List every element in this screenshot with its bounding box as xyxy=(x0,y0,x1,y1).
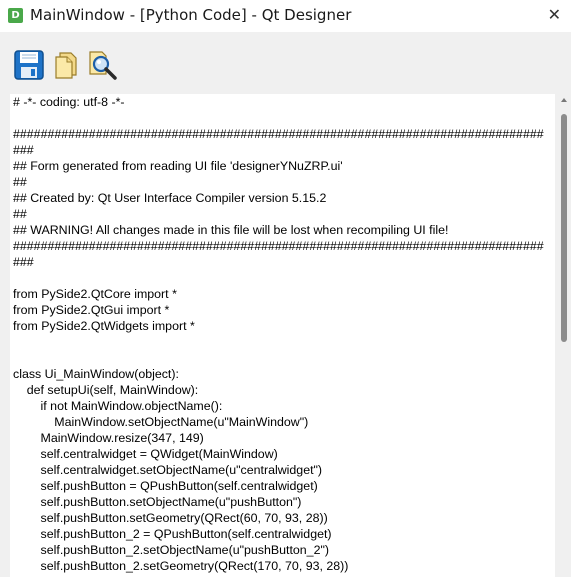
code-line: def setupUi(self, MainWindow): xyxy=(13,383,199,397)
code-line: self.centralwidget.setObjectName(u"centr… xyxy=(13,463,323,477)
code-line: from PySide2.QtCore import * xyxy=(13,287,177,301)
code-line: ## Form generated from reading UI file '… xyxy=(13,159,343,173)
code-text: # -*- coding: utf-8 -*-​################… xyxy=(10,94,555,574)
code-line: MainWindow.resize(347, 149) xyxy=(13,431,204,445)
code-line: ## Created by: Qt User Interface Compile… xyxy=(13,191,327,205)
copy-icon xyxy=(55,52,77,79)
code-line: # -*- coding: utf-8 -*- xyxy=(13,95,125,109)
close-icon[interactable]: ✕ xyxy=(548,5,561,24)
code-line: if not MainWindow.objectName(): xyxy=(13,399,223,413)
code-line: ########################################… xyxy=(13,239,544,269)
code-line: from PySide2.QtGui import * xyxy=(13,303,170,317)
title-bar[interactable]: D MainWindow - [Python Code] - Qt Design… xyxy=(0,0,571,32)
code-line: self.pushButton_2.setGeometry(QRect(170,… xyxy=(13,559,349,573)
code-line: MainWindow.setObjectName(u"MainWindow") xyxy=(13,415,309,429)
code-line: self.pushButton.setGeometry(QRect(60, 70… xyxy=(13,511,328,525)
vertical-scrollbar[interactable] xyxy=(558,94,571,577)
save-button[interactable] xyxy=(13,49,45,81)
code-line: class Ui_MainWindow(object): xyxy=(13,367,179,381)
code-line: from PySide2.QtWidgets import * xyxy=(13,319,195,333)
save-icon xyxy=(14,50,44,80)
code-line: ​ xyxy=(13,350,555,366)
code-line: ########################################… xyxy=(13,127,544,157)
window-title: MainWindow - [Python Code] - Qt Designer xyxy=(30,6,352,24)
code-line: ## xyxy=(13,175,27,189)
qt-designer-app-icon: D xyxy=(8,8,23,23)
main-window: D MainWindow - [Python Code] - Qt Design… xyxy=(0,0,571,577)
code-line: self.pushButton_2.setObjectName(u"pushBu… xyxy=(13,543,329,557)
copy-button[interactable] xyxy=(51,49,83,81)
code-line: self.centralwidget = QWidget(MainWindow) xyxy=(13,447,278,461)
find-icon xyxy=(89,51,117,80)
find-button[interactable] xyxy=(86,49,118,81)
code-editor[interactable]: # -*- coding: utf-8 -*-​################… xyxy=(10,94,555,577)
scroll-up-arrow-icon[interactable] xyxy=(561,98,567,102)
code-line: ​ xyxy=(13,334,555,350)
code-line: self.pushButton = QPushButton(self.centr… xyxy=(13,479,318,493)
code-line: ​ xyxy=(13,270,555,286)
code-line: ​ xyxy=(13,110,555,126)
toolbar xyxy=(0,32,571,94)
code-line: self.pushButton.setObjectName(u"pushButt… xyxy=(13,495,302,509)
code-line: ## WARNING! All changes made in this fil… xyxy=(13,223,449,237)
code-line: self.pushButton_2 = QPushButton(self.cen… xyxy=(13,527,332,541)
scrollbar-thumb[interactable] xyxy=(561,114,567,342)
code-line: ## xyxy=(13,207,27,221)
